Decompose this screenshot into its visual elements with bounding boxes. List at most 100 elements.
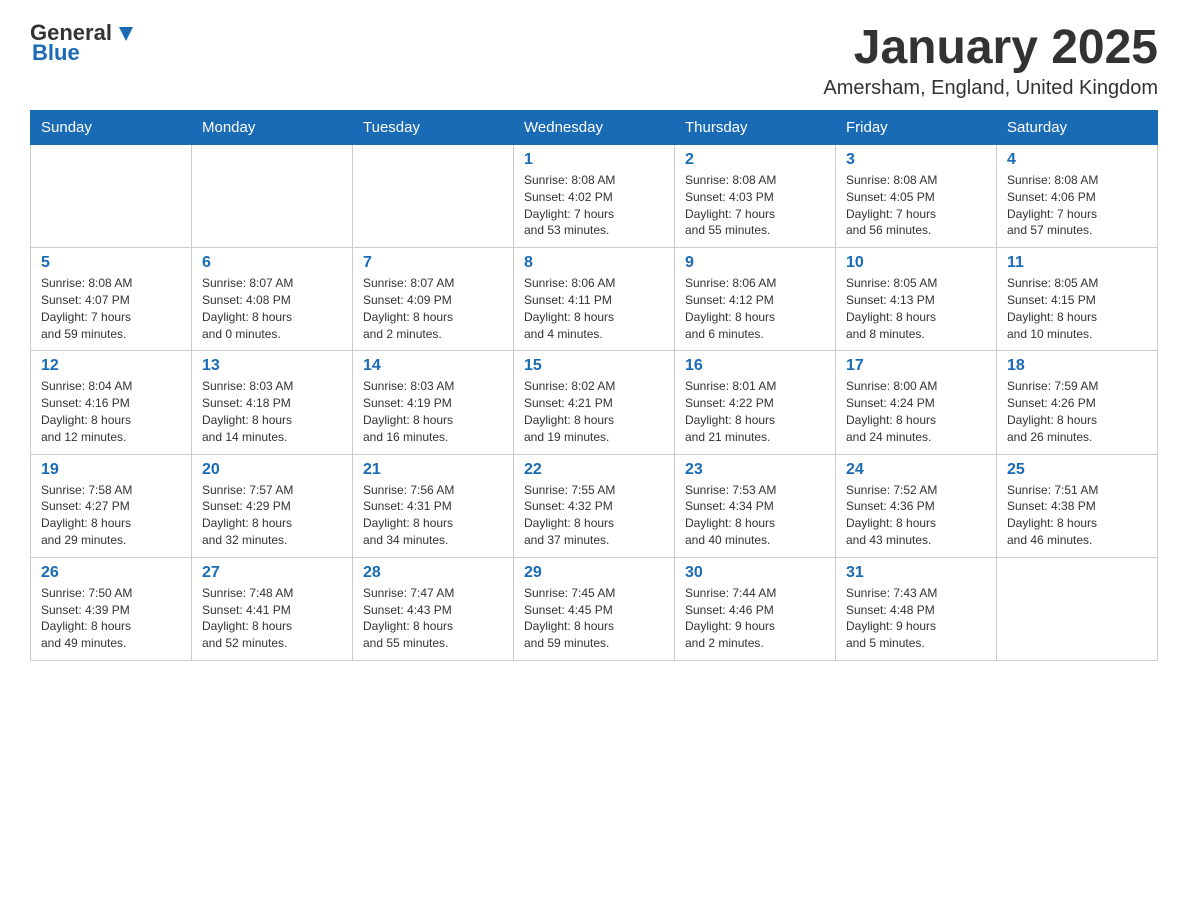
day-info: Sunrise: 8:05 AM Sunset: 4:15 PM Dayligh… bbox=[1007, 275, 1147, 342]
day-info: Sunrise: 7:57 AM Sunset: 4:29 PM Dayligh… bbox=[202, 482, 342, 549]
day-info: Sunrise: 7:52 AM Sunset: 4:36 PM Dayligh… bbox=[846, 482, 986, 549]
day-cell-3: 1 Sunrise: 8:08 AM Sunset: 4:02 PM Daylig… bbox=[514, 145, 675, 248]
day-cell-27: 25 Sunrise: 7:51 AM Sunset: 4:38 PM Dayli… bbox=[997, 454, 1158, 557]
week-row-1: 1 Sunrise: 8:08 AM Sunset: 4:02 PM Daylig… bbox=[31, 145, 1158, 248]
day-info: Sunrise: 7:48 AM Sunset: 4:41 PM Dayligh… bbox=[202, 585, 342, 652]
header-cell-saturday: Saturday bbox=[997, 111, 1158, 145]
day-number: 30 bbox=[685, 564, 825, 582]
calendar-header: SundayMondayTuesdayWednesdayThursdayFrid… bbox=[31, 111, 1158, 145]
header-cell-monday: Monday bbox=[192, 111, 353, 145]
day-info: Sunrise: 7:44 AM Sunset: 4:46 PM Dayligh… bbox=[685, 585, 825, 652]
day-info: Sunrise: 8:08 AM Sunset: 4:03 PM Dayligh… bbox=[685, 172, 825, 239]
day-info: Sunrise: 7:47 AM Sunset: 4:43 PM Dayligh… bbox=[363, 585, 503, 652]
day-info: Sunrise: 8:04 AM Sunset: 4:16 PM Dayligh… bbox=[41, 378, 181, 445]
day-info: Sunrise: 7:45 AM Sunset: 4:45 PM Dayligh… bbox=[524, 585, 664, 652]
header-cell-friday: Friday bbox=[836, 111, 997, 145]
day-cell-33: 31 Sunrise: 7:43 AM Sunset: 4:48 PM Dayli… bbox=[836, 557, 997, 660]
day-number: 12 bbox=[41, 357, 181, 375]
day-info: Sunrise: 8:01 AM Sunset: 4:22 PM Dayligh… bbox=[685, 378, 825, 445]
header-cell-wednesday: Wednesday bbox=[514, 111, 675, 145]
day-info: Sunrise: 7:56 AM Sunset: 4:31 PM Dayligh… bbox=[363, 482, 503, 549]
week-row-2: 5Sunrise: 8:08 AM Sunset: 4:07 PM Daylig… bbox=[31, 248, 1158, 351]
day-cell-32: 30 Sunrise: 7:44 AM Sunset: 4:46 PM Dayli… bbox=[675, 557, 836, 660]
day-cell-29: 27 Sunrise: 7:48 AM Sunset: 4:41 PM Dayli… bbox=[192, 557, 353, 660]
day-cell-9: 7Sunrise: 8:07 AM Sunset: 4:09 PM Daylig… bbox=[353, 248, 514, 351]
week-row-5: 26 Sunrise: 7:50 AM Sunset: 4:39 PM Dayli… bbox=[31, 557, 1158, 660]
day-cell-26: 24 Sunrise: 7:52 AM Sunset: 4:36 PM Dayli… bbox=[836, 454, 997, 557]
location-title: Amersham, England, United Kingdom bbox=[823, 77, 1158, 100]
day-cell-23: 21 Sunrise: 7:56 AM Sunset: 4:31 PM Dayli… bbox=[353, 454, 514, 557]
header-cell-sunday: Sunday bbox=[31, 111, 192, 145]
day-cell-28: 26 Sunrise: 7:50 AM Sunset: 4:39 PM Dayli… bbox=[31, 557, 192, 660]
day-number: 17 bbox=[846, 357, 986, 375]
day-cell-13: 11 Sunrise: 8:05 AM Sunset: 4:15 PM Dayli… bbox=[997, 248, 1158, 351]
day-number: 14 bbox=[363, 357, 503, 375]
day-number: 31 bbox=[846, 564, 986, 582]
day-info: Sunrise: 7:53 AM Sunset: 4:34 PM Dayligh… bbox=[685, 482, 825, 549]
day-number: 4 bbox=[1007, 151, 1147, 169]
day-cell-0 bbox=[31, 145, 192, 248]
week-row-3: 12 Sunrise: 8:04 AM Sunset: 4:16 PM Dayli… bbox=[31, 351, 1158, 454]
day-cell-2 bbox=[353, 145, 514, 248]
header-cell-tuesday: Tuesday bbox=[353, 111, 514, 145]
day-number: 27 bbox=[202, 564, 342, 582]
day-number: 13 bbox=[202, 357, 342, 375]
day-cell-20: 18Sunrise: 7:59 AM Sunset: 4:26 PM Dayli… bbox=[997, 351, 1158, 454]
day-number: 1 bbox=[524, 151, 664, 169]
day-info: Sunrise: 8:07 AM Sunset: 4:08 PM Dayligh… bbox=[202, 275, 342, 342]
day-cell-8: 6Sunrise: 8:07 AM Sunset: 4:08 PM Daylig… bbox=[192, 248, 353, 351]
day-number: 5 bbox=[41, 254, 181, 272]
day-info: Sunrise: 7:59 AM Sunset: 4:26 PM Dayligh… bbox=[1007, 378, 1147, 445]
logo: General Blue bbox=[30, 20, 137, 66]
day-cell-19: 17 Sunrise: 8:00 AM Sunset: 4:24 PM Dayli… bbox=[836, 351, 997, 454]
day-info: Sunrise: 8:08 AM Sunset: 4:02 PM Dayligh… bbox=[524, 172, 664, 239]
day-number: 3 bbox=[846, 151, 986, 169]
page-header: General Blue January 2025 Amersham, Engl… bbox=[30, 20, 1158, 100]
day-info: Sunrise: 8:00 AM Sunset: 4:24 PM Dayligh… bbox=[846, 378, 986, 445]
logo-triangle-icon bbox=[115, 23, 137, 45]
day-cell-6: 4Sunrise: 8:08 AM Sunset: 4:06 PM Daylig… bbox=[997, 145, 1158, 248]
day-info: Sunrise: 7:58 AM Sunset: 4:27 PM Dayligh… bbox=[41, 482, 181, 549]
day-cell-18: 16 Sunrise: 8:01 AM Sunset: 4:22 PM Dayli… bbox=[675, 351, 836, 454]
day-info: Sunrise: 8:05 AM Sunset: 4:13 PM Dayligh… bbox=[846, 275, 986, 342]
day-info: Sunrise: 7:43 AM Sunset: 4:48 PM Dayligh… bbox=[846, 585, 986, 652]
day-number: 11 bbox=[1007, 254, 1147, 272]
day-info: Sunrise: 7:51 AM Sunset: 4:38 PM Dayligh… bbox=[1007, 482, 1147, 549]
day-number: 29 bbox=[524, 564, 664, 582]
day-info: Sunrise: 8:07 AM Sunset: 4:09 PM Dayligh… bbox=[363, 275, 503, 342]
day-number: 15 bbox=[524, 357, 664, 375]
day-cell-15: 13 Sunrise: 8:03 AM Sunset: 4:18 PM Dayli… bbox=[192, 351, 353, 454]
day-cell-1 bbox=[192, 145, 353, 248]
header-cell-thursday: Thursday bbox=[675, 111, 836, 145]
day-info: Sunrise: 7:55 AM Sunset: 4:32 PM Dayligh… bbox=[524, 482, 664, 549]
day-number: 25 bbox=[1007, 461, 1147, 479]
day-cell-7: 5Sunrise: 8:08 AM Sunset: 4:07 PM Daylig… bbox=[31, 248, 192, 351]
day-cell-10: 8Sunrise: 8:06 AM Sunset: 4:11 PM Daylig… bbox=[514, 248, 675, 351]
day-cell-11: 9 Sunrise: 8:06 AM Sunset: 4:12 PM Daylig… bbox=[675, 248, 836, 351]
day-cell-24: 22Sunrise: 7:55 AM Sunset: 4:32 PM Dayli… bbox=[514, 454, 675, 557]
day-cell-12: 10 Sunrise: 8:05 AM Sunset: 4:13 PM Dayli… bbox=[836, 248, 997, 351]
month-title: January 2025 bbox=[823, 20, 1158, 75]
day-number: 21 bbox=[363, 461, 503, 479]
day-number: 16 bbox=[685, 357, 825, 375]
day-number: 26 bbox=[41, 564, 181, 582]
day-info: Sunrise: 7:50 AM Sunset: 4:39 PM Dayligh… bbox=[41, 585, 181, 652]
day-number: 19 bbox=[41, 461, 181, 479]
day-cell-25: 23 Sunrise: 7:53 AM Sunset: 4:34 PM Dayli… bbox=[675, 454, 836, 557]
day-cell-21: 19 Sunrise: 7:58 AM Sunset: 4:27 PM Dayli… bbox=[31, 454, 192, 557]
day-number: 10 bbox=[846, 254, 986, 272]
title-block: January 2025 Amersham, England, United K… bbox=[823, 20, 1158, 100]
day-number: 9 bbox=[685, 254, 825, 272]
week-row-4: 19 Sunrise: 7:58 AM Sunset: 4:27 PM Dayli… bbox=[31, 454, 1158, 557]
day-info: Sunrise: 8:06 AM Sunset: 4:12 PM Dayligh… bbox=[685, 275, 825, 342]
day-info: Sunrise: 8:08 AM Sunset: 4:05 PM Dayligh… bbox=[846, 172, 986, 239]
calendar-body: 1 Sunrise: 8:08 AM Sunset: 4:02 PM Daylig… bbox=[31, 145, 1158, 661]
day-cell-5: 3 Sunrise: 8:08 AM Sunset: 4:05 PM Daylig… bbox=[836, 145, 997, 248]
day-number: 23 bbox=[685, 461, 825, 479]
day-cell-30: 28Sunrise: 7:47 AM Sunset: 4:43 PM Dayli… bbox=[353, 557, 514, 660]
day-info: Sunrise: 8:03 AM Sunset: 4:18 PM Dayligh… bbox=[202, 378, 342, 445]
day-number: 24 bbox=[846, 461, 986, 479]
calendar-table: SundayMondayTuesdayWednesdayThursdayFrid… bbox=[30, 110, 1158, 661]
day-cell-34 bbox=[997, 557, 1158, 660]
day-cell-14: 12 Sunrise: 8:04 AM Sunset: 4:16 PM Dayli… bbox=[31, 351, 192, 454]
